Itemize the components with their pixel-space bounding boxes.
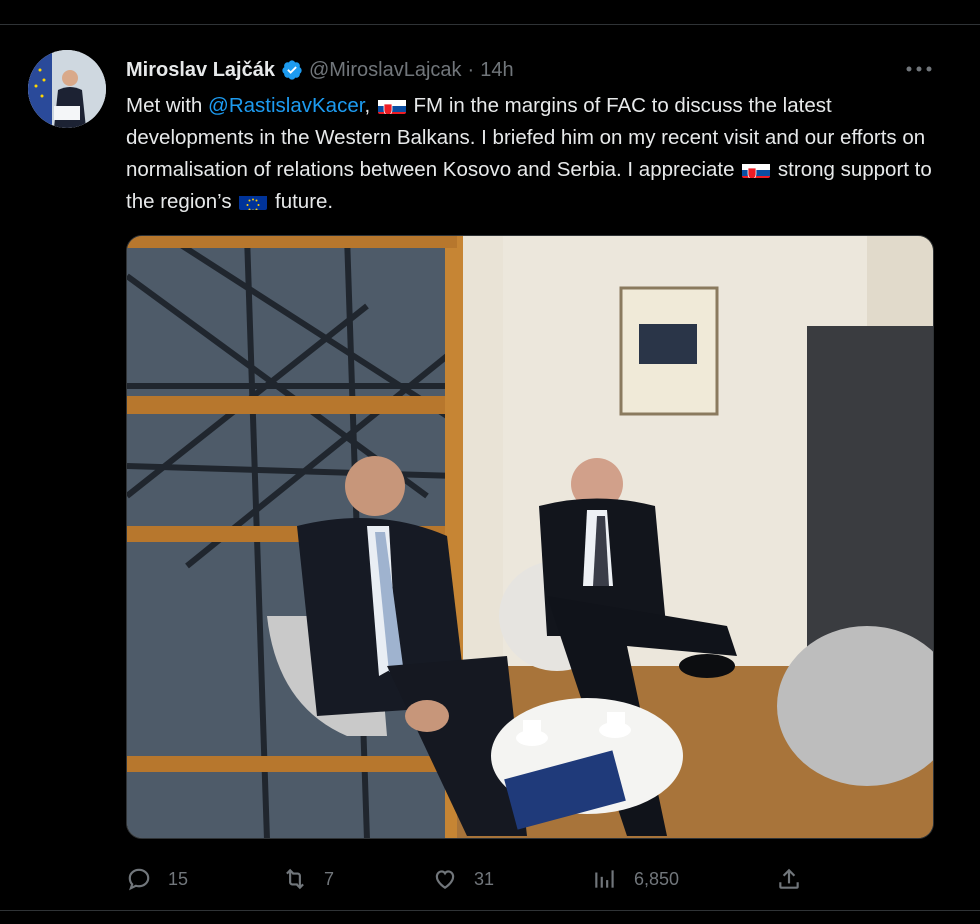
reply-icon xyxy=(128,868,150,891)
share-icon xyxy=(779,868,799,889)
heart-icon xyxy=(435,870,455,889)
top-divider xyxy=(0,24,980,25)
share-button[interactable] xyxy=(776,862,818,896)
bottom-divider xyxy=(0,910,980,911)
more-options-icon[interactable] xyxy=(904,62,934,76)
retweet-count: 7 xyxy=(324,868,335,889)
verified-badge-icon xyxy=(282,60,302,80)
tweet-text: Met with @RastislavKacer, FM in the marg… xyxy=(126,90,946,218)
avatar[interactable] xyxy=(28,50,106,128)
reply-button[interactable]: 15 xyxy=(126,862,188,896)
slovakia-flag-icon xyxy=(377,96,406,114)
timestamp[interactable]: 14h xyxy=(480,59,513,82)
tweet-text-part: , xyxy=(364,94,376,117)
views-icon xyxy=(595,870,614,888)
author-handle[interactable]: @MiroslavLajcak xyxy=(309,59,462,82)
author-name[interactable]: Miroslav Lajčák xyxy=(126,59,275,82)
tweet-photo[interactable] xyxy=(126,235,934,839)
slovakia-flag-icon xyxy=(742,160,771,178)
retweet-button[interactable]: 7 xyxy=(282,862,334,896)
views-button[interactable]: 6,850 xyxy=(592,862,679,896)
mention-link[interactable]: @RastislavKacer xyxy=(208,94,364,117)
like-count: 31 xyxy=(474,868,495,889)
eu-flag-icon xyxy=(239,192,268,210)
separator: · xyxy=(467,58,475,81)
tweet-text-part: Met with xyxy=(126,94,209,117)
view-count: 6,850 xyxy=(634,868,680,889)
tweet-actions: 15 7 31 6,850 xyxy=(126,862,934,896)
reply-count: 15 xyxy=(168,868,189,889)
retweet-icon xyxy=(286,868,304,890)
tweet-text-part: future. xyxy=(269,190,334,213)
like-button[interactable]: 31 xyxy=(432,862,494,896)
tweet-header: Miroslav Lajčák @MiroslavLajcak · 14h xyxy=(126,56,514,84)
